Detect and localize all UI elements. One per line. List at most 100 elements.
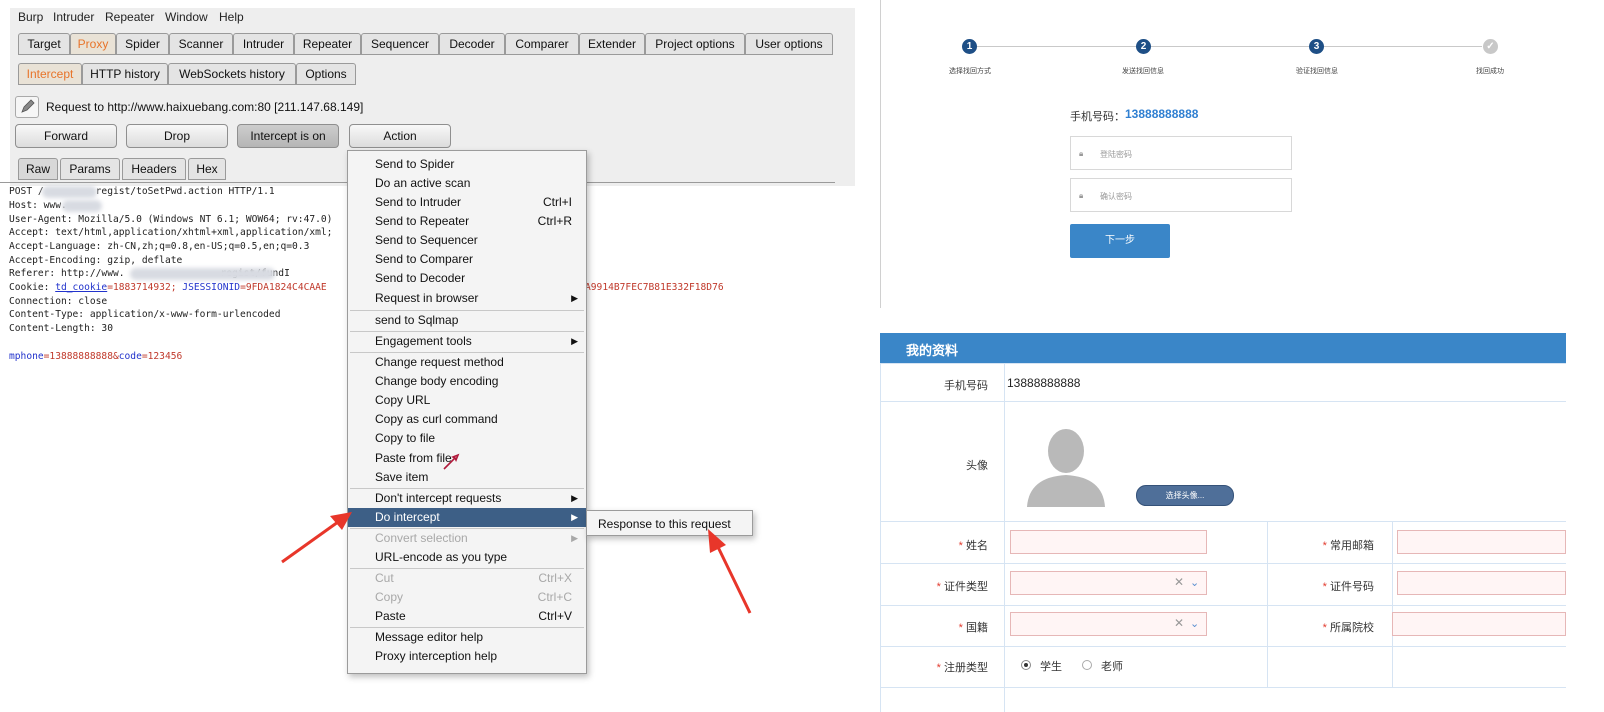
chevron-down-icon[interactable]: ⌄ <box>1190 617 1199 630</box>
menu-request-in-browser[interactable]: Request in browser ▶ <box>348 289 586 308</box>
param-name: code <box>118 351 142 362</box>
tab-repeater[interactable]: Repeater <box>294 33 361 55</box>
action-button[interactable]: Action <box>349 124 451 148</box>
menu-paste-from-file[interactable]: Paste from file <box>348 449 586 468</box>
tab-extender[interactable]: Extender <box>579 33 645 55</box>
menu-copy-url[interactable]: Copy URL <box>348 391 586 410</box>
req-line: Host: www. <box>9 200 67 211</box>
phone-value: 13888888888 <box>1125 107 1199 121</box>
submenu-arrow-icon: ▶ <box>571 336 578 346</box>
menu-convert-selection: Convert selection ▶ <box>348 529 586 548</box>
tab-user-options[interactable]: User options <box>745 33 833 55</box>
submenu-arrow-icon: ▶ <box>571 512 578 522</box>
tab-raw[interactable]: Raw <box>18 158 58 180</box>
email-input[interactable] <box>1397 530 1566 554</box>
school-input[interactable] <box>1392 612 1566 636</box>
tab-scanner[interactable]: Scanner <box>169 33 233 55</box>
req-line: Content-Type: application/x-www-form-url… <box>9 309 281 320</box>
grid-line <box>1267 521 1268 687</box>
menu-send-to-repeater[interactable]: Send to Repeater Ctrl+R <box>348 212 586 231</box>
submenu-arrow-icon: ▶ <box>571 493 578 503</box>
menu-send-to-intruder[interactable]: Send to Intruder Ctrl+I <box>348 193 586 212</box>
menu-url-encode-as-you-type[interactable]: URL-encode as you type <box>348 548 586 567</box>
tab-spider[interactable]: Spider <box>116 33 169 55</box>
drop-button[interactable]: Drop <box>126 124 228 148</box>
tab-http-history[interactable]: HTTP history <box>82 63 168 85</box>
cookie-name: td_cookie <box>55 282 108 293</box>
step-4-check-icon: ✓ <box>1483 39 1498 54</box>
menu-change-body-encoding[interactable]: Change body encoding <box>348 372 586 391</box>
req-line: Accept: text/html,application/xhtml+xml,… <box>9 227 333 238</box>
menu-change-request-method[interactable]: Change request method <box>348 353 586 372</box>
confirm-password-input[interactable]: 🔒︎ 确认密码 <box>1070 178 1292 212</box>
school-label: * 所属院校 <box>1322 622 1374 634</box>
menu-window[interactable]: Window <box>165 10 208 24</box>
menu-intruder[interactable]: Intruder <box>53 10 94 24</box>
menu-send-to-spider[interactable]: Send to Spider <box>348 155 586 174</box>
name-input[interactable] <box>1010 530 1207 554</box>
new-password-input[interactable]: 🔒︎ 登陆密码 <box>1070 136 1292 170</box>
student-radio[interactable] <box>1021 660 1031 670</box>
tab-websockets-history[interactable]: WebSockets history <box>168 63 296 85</box>
tab-target[interactable]: Target <box>18 33 70 55</box>
teacher-radio[interactable] <box>1082 660 1092 670</box>
confirm-password-placeholder: 确认密码 <box>1100 192 1132 201</box>
intercept-toggle-button[interactable]: Intercept is on <box>237 124 339 148</box>
idtype-select[interactable]: ✕ ⌄ <box>1010 571 1207 595</box>
req-line: POST / <box>9 186 44 197</box>
edit-icon[interactable] <box>15 96 39 118</box>
idno-label: * 证件号码 <box>1322 581 1374 593</box>
menu-copy-as-curl[interactable]: Copy as curl command <box>348 410 586 429</box>
profile-phone-value: 13888888888 <box>1007 376 1081 390</box>
menu-send-to-comparer[interactable]: Send to Comparer <box>348 250 586 269</box>
tab-intercept[interactable]: Intercept <box>18 63 82 85</box>
tab-sequencer[interactable]: Sequencer <box>361 33 439 55</box>
menu-proxy-interception-help[interactable]: Proxy interception help <box>348 647 586 666</box>
menu-message-editor-help[interactable]: Message editor help <box>348 628 586 647</box>
grid-line <box>1004 363 1005 712</box>
menu-do-intercept[interactable]: Do intercept ▶ <box>348 508 586 527</box>
tab-proxy[interactable]: Proxy <box>70 33 116 55</box>
param-value: =13888888888& <box>43 351 119 362</box>
lock-icon: 🔒︎ <box>1079 191 1084 200</box>
nation-select[interactable]: ✕ ⌄ <box>1010 612 1207 636</box>
next-step-button[interactable]: 下一步 <box>1070 224 1170 258</box>
tab-intruder[interactable]: Intruder <box>233 33 294 55</box>
menu-send-to-decoder[interactable]: Send to Decoder <box>348 269 586 288</box>
cookie-value: =9FDA1824C4CAAE <box>240 282 327 293</box>
idtype-label: * 证件类型 <box>936 581 988 593</box>
choose-avatar-button[interactable]: 选择头像... <box>1136 485 1234 506</box>
idno-input[interactable] <box>1397 571 1566 595</box>
grid-line <box>880 563 1566 564</box>
tab-project-options[interactable]: Project options <box>645 33 745 55</box>
forward-button[interactable]: Forward <box>15 124 117 148</box>
tab-headers[interactable]: Headers <box>122 158 186 180</box>
req-line: regist/toSetPwd.action HTTP/1.1 <box>95 186 275 197</box>
menu-paste[interactable]: Paste Ctrl+V <box>348 607 586 626</box>
clear-icon[interactable]: ✕ <box>1174 575 1184 589</box>
menu-burp[interactable]: Burp <box>18 10 43 24</box>
menu-copy-to-file[interactable]: Copy to file <box>348 429 586 448</box>
menu-active-scan[interactable]: Do an active scan <box>348 174 586 193</box>
menu-dont-intercept[interactable]: Don't intercept requests ▶ <box>348 489 586 508</box>
step-1-label: 选择找回方式 <box>949 68 991 75</box>
step-3-label: 验证找回信息 <box>1296 68 1338 75</box>
chevron-down-icon[interactable]: ⌄ <box>1190 576 1199 589</box>
menu-repeater[interactable]: Repeater <box>105 10 154 24</box>
menu-help[interactable]: Help <box>219 10 244 24</box>
req-line: Connection: close <box>9 296 108 307</box>
tab-hex[interactable]: Hex <box>188 158 226 180</box>
menu-send-to-sqlmap[interactable]: send to Sqlmap <box>348 311 586 330</box>
req-line: Accept-Language: zh-CN,zh;q=0.8,en-US;q=… <box>9 241 310 252</box>
clear-icon[interactable]: ✕ <box>1174 616 1184 630</box>
tab-options[interactable]: Options <box>296 63 356 85</box>
menu-engagement-tools[interactable]: Engagement tools ▶ <box>348 332 586 351</box>
menu-send-to-sequencer[interactable]: Send to Sequencer <box>348 231 586 250</box>
menu-save-item[interactable]: Save item <box>348 468 586 487</box>
tab-params[interactable]: Params <box>60 158 120 180</box>
param-name: mphone <box>9 351 44 362</box>
tab-comparer[interactable]: Comparer <box>505 33 579 55</box>
tab-decoder[interactable]: Decoder <box>439 33 505 55</box>
step-2-indicator: 2 <box>1136 39 1151 54</box>
annotation-arrow-icon <box>281 512 352 564</box>
